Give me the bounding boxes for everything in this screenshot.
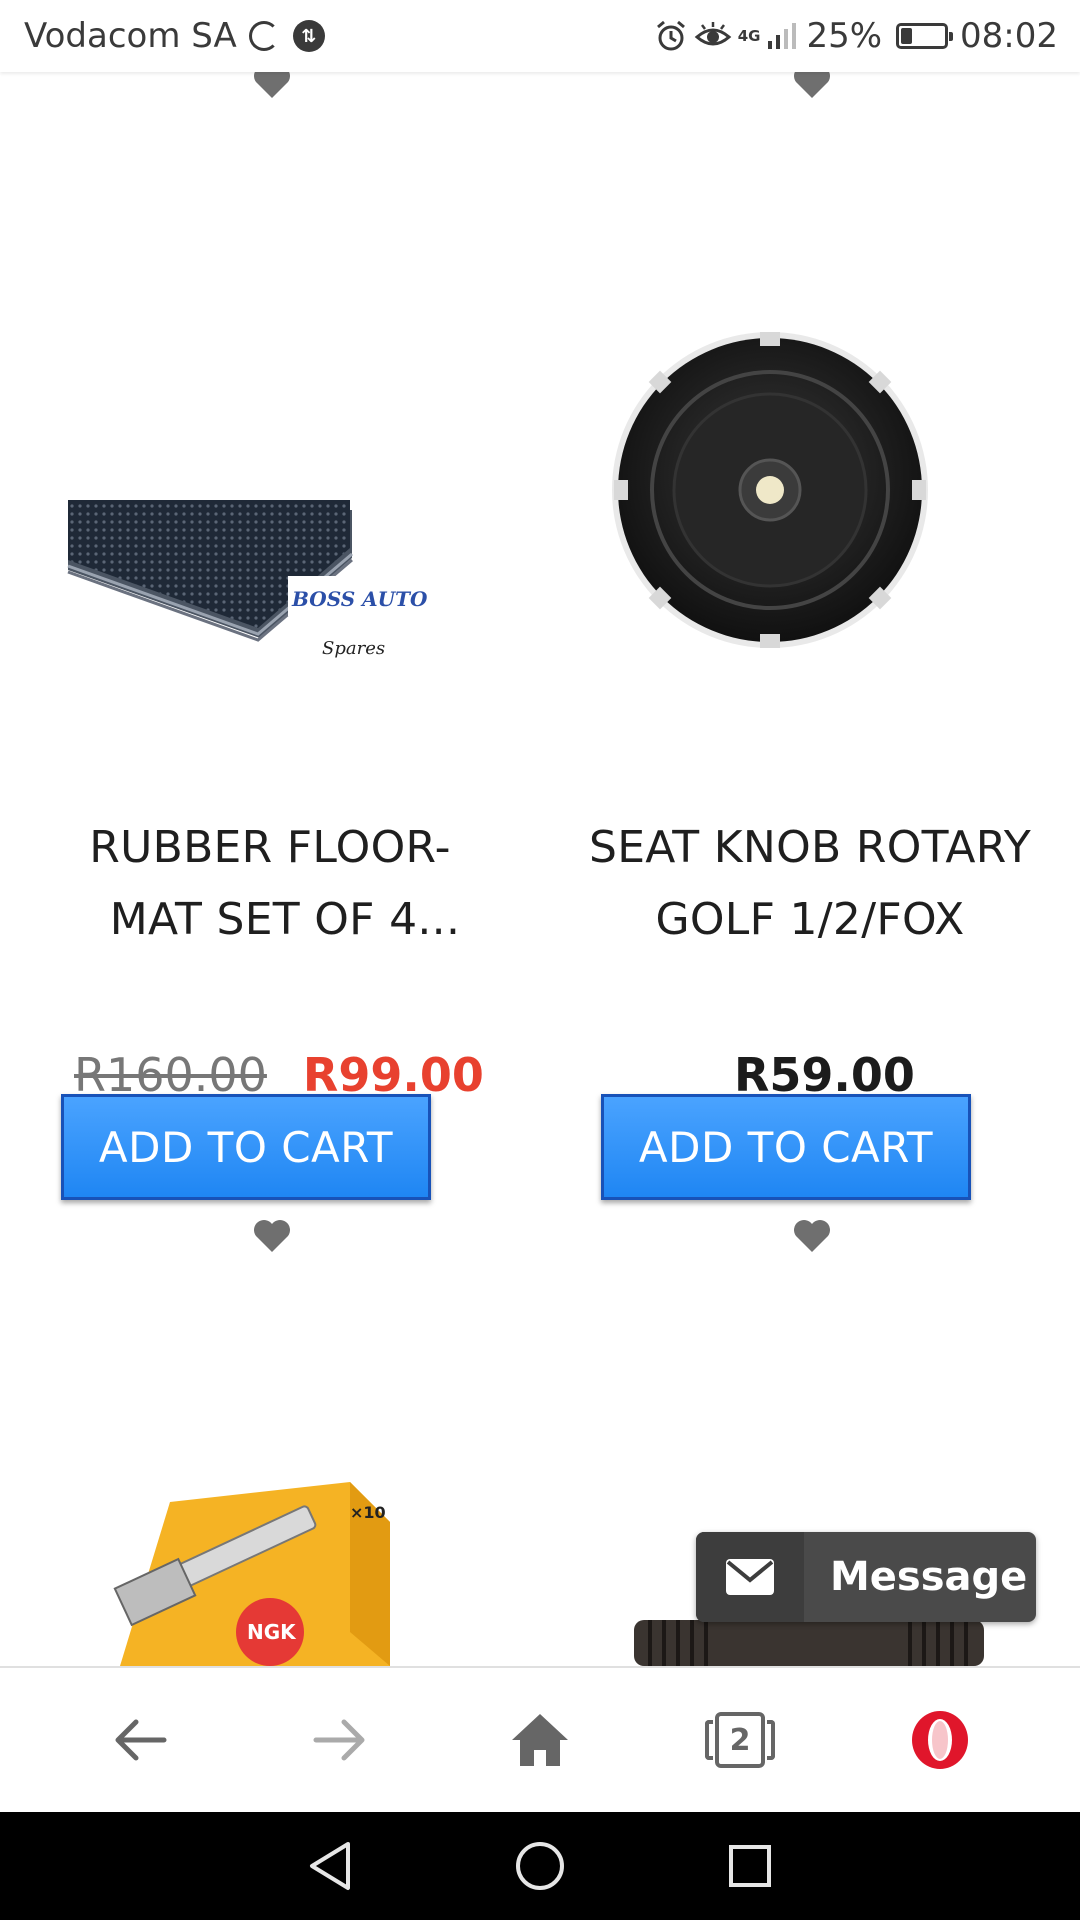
home-button[interactable]: [485, 1685, 595, 1795]
tabs-button[interactable]: 2: [685, 1685, 795, 1795]
forward-button[interactable]: [285, 1685, 395, 1795]
opera-logo-icon: [912, 1711, 968, 1769]
sync-icon: [248, 21, 279, 51]
browser-toolbar: 2: [0, 1666, 1080, 1812]
home-circle-icon[interactable]: [514, 1840, 566, 1892]
carrier-name: Vodacom SA: [24, 16, 237, 56]
clock: 08:02: [960, 16, 1058, 56]
envelope-icon: [696, 1532, 804, 1622]
back-arrow-icon: [115, 1719, 167, 1761]
pack-count-text: ×10: [350, 1503, 386, 1522]
home-icon: [512, 1714, 568, 1766]
back-button[interactable]: [85, 1685, 195, 1795]
product-grid: BOSS AUTO Spares RUBBER FLOOR- MAT SET O…: [0, 72, 1080, 1666]
message-chat-button[interactable]: Message: [696, 1532, 1036, 1622]
recents-square-icon[interactable]: [726, 1842, 774, 1890]
data-transfer-icon: ⇅: [292, 20, 325, 52]
tab-count: 2: [715, 1712, 765, 1768]
product-title[interactable]: RUBBER FLOOR- MAT SET OF 4...: [20, 812, 520, 956]
wishlist-heart-icon[interactable]: [252, 72, 292, 100]
battery-percent: 25%: [806, 16, 883, 56]
product-title-line: RUBBER FLOOR-: [89, 822, 451, 873]
eye-comfort-icon: [694, 19, 732, 53]
product-title-line: MAT SET OF 4...: [109, 894, 461, 945]
forward-arrow-icon: [313, 1719, 365, 1761]
signal-icon: [766, 21, 800, 51]
tabs-icon: 2: [705, 1712, 775, 1768]
status-right: 4G 25% 08:02: [654, 16, 1058, 56]
battery-icon: [896, 23, 954, 49]
system-nav-bar: [0, 1812, 1080, 1920]
network-type: 4G: [737, 26, 761, 45]
brand-watermark-sub: Spares: [322, 638, 385, 659]
product-title[interactable]: SEAT KNOB ROTARY GOLF 1/2/FOX: [560, 812, 1060, 956]
brand-logo-text: NGK: [247, 1620, 297, 1644]
product-title-line: GOLF 1/2/FOX: [655, 894, 965, 945]
message-label: Message: [830, 1554, 1028, 1600]
product-title-line: SEAT KNOB ROTARY: [588, 822, 1032, 873]
product-image-floor-mat[interactable]: BOSS AUTO Spares: [60, 430, 470, 660]
status-bar: Vodacom SA ⇅ 4G 25% 08:02: [0, 0, 1080, 72]
add-to-cart-button[interactable]: ADD TO CART: [601, 1094, 971, 1200]
add-to-cart-button[interactable]: ADD TO CART: [61, 1094, 431, 1200]
wishlist-heart-icon[interactable]: [792, 1218, 832, 1254]
back-triangle-icon[interactable]: [306, 1840, 354, 1892]
opera-menu-button[interactable]: [885, 1685, 995, 1795]
product-image-spark-plugs[interactable]: NGK ×10: [50, 1482, 490, 1666]
wishlist-heart-icon[interactable]: [252, 1218, 292, 1254]
battery-level: [901, 28, 912, 44]
product-image-seat-knob[interactable]: [600, 318, 940, 668]
alarm-icon: [654, 19, 688, 53]
status-left: Vodacom SA ⇅: [24, 16, 325, 56]
brand-watermark: BOSS AUTO: [291, 587, 428, 611]
wishlist-heart-icon[interactable]: [792, 72, 832, 100]
